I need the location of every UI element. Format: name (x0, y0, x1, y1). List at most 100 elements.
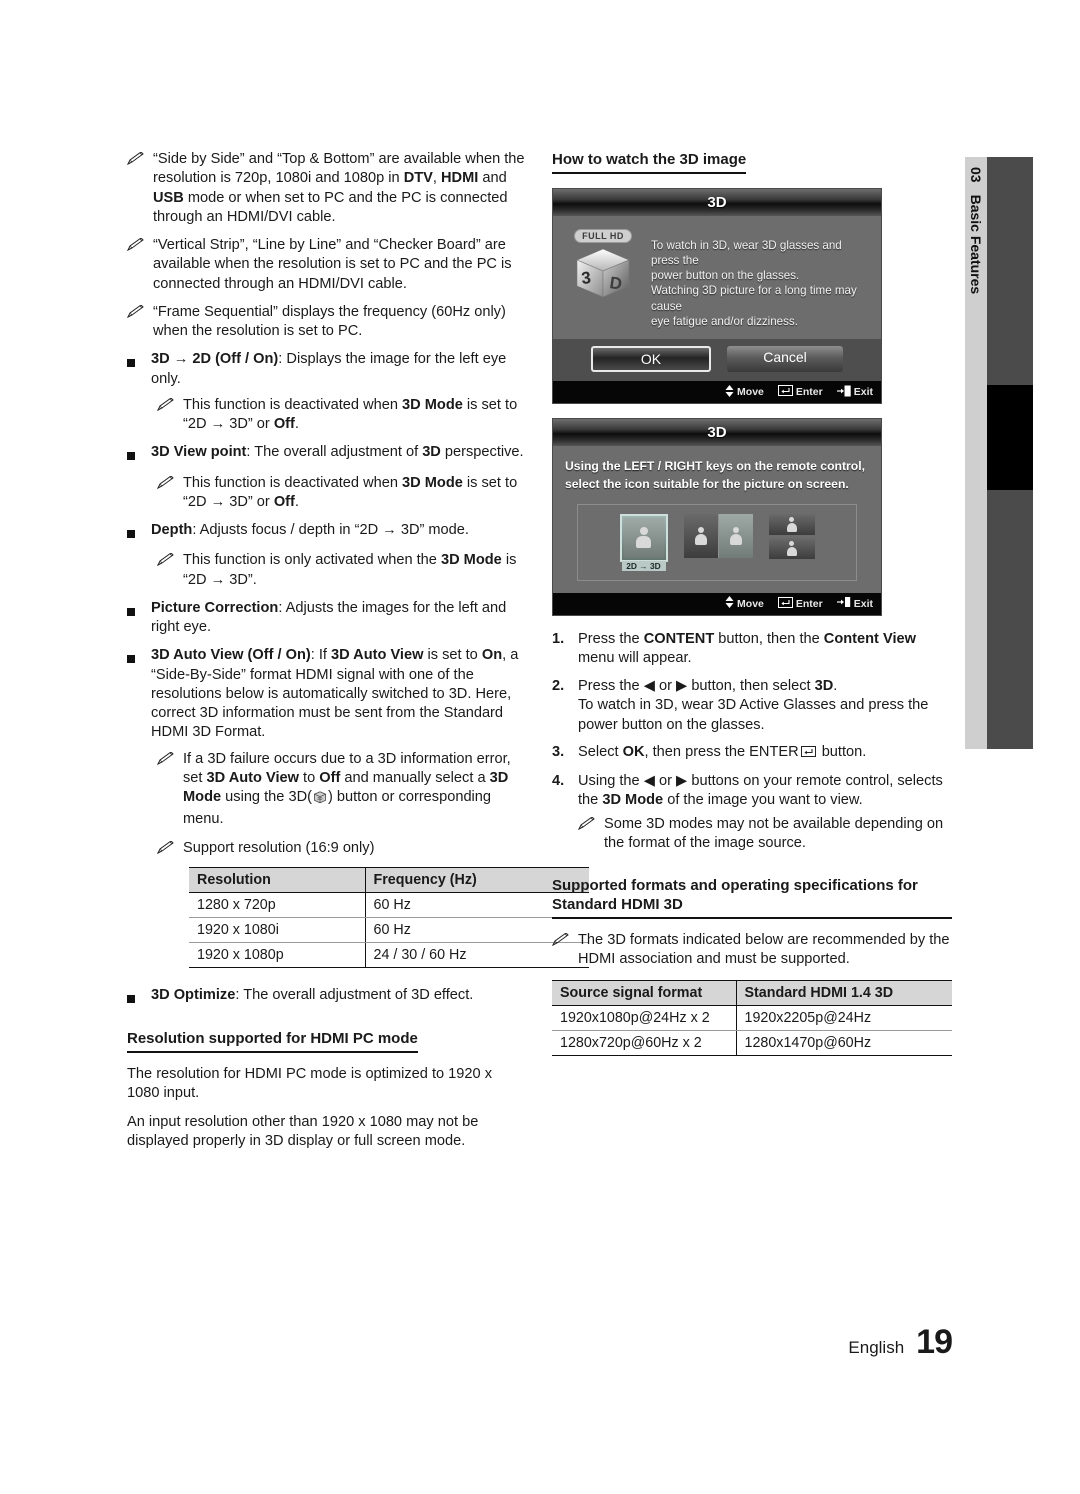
hint-move: Move (725, 384, 764, 400)
step-text: Press the ◀ or ▶ button, then select 3D.… (578, 677, 929, 733)
step-text: Select OK, then press the ENTER button. (578, 743, 952, 764)
svg-text:3D: 3D (317, 796, 322, 801)
mode-icon-label: 2D → 3D (621, 560, 666, 571)
cell-resolution: 1920 x 1080i (189, 917, 366, 943)
hint-exit-label: Exit (853, 597, 873, 610)
footer-language: English (848, 1338, 905, 1357)
note-text: Some 3D modes may not be available depen… (604, 816, 944, 852)
item-picture-correction: Picture Correction: Adjusts the images f… (127, 599, 527, 638)
person-silhouette-icon (636, 527, 652, 549)
note-text: Support resolution (16:9 only) (183, 839, 375, 856)
tv-screenshot-3d-warning: 3D FULL HD 3 D To watch in 3D, wear 3D g… (552, 187, 882, 405)
pencil-note-icon (157, 750, 183, 830)
item-3d-auto-view: 3D Auto View (Off / On): If 3D Auto View… (127, 646, 527, 742)
right-arrow-icon: ▶ (676, 772, 688, 789)
resolution-table: Resolution Frequency (Hz) 1280 x 720p 60… (189, 867, 589, 968)
left-arrow-icon: ◀ (643, 772, 655, 789)
left-column: “Side by Side” and “Top & Bottom” are av… (127, 150, 589, 1152)
mode-icon-side-by-side[interactable] (683, 513, 753, 571)
column-header-source-format: Source signal format (552, 980, 737, 1006)
mode-icon-top-bottom[interactable] (768, 513, 815, 571)
up-down-arrow-icon (725, 596, 734, 611)
manual-page: “Side by Side” and “Top & Bottom” are av… (0, 0, 1080, 1494)
hint-move: Move (725, 596, 764, 611)
chapter-title: Basic Features (968, 194, 984, 295)
svg-text:D: D (608, 273, 623, 294)
table-header-row: Resolution Frequency (Hz) (189, 867, 589, 893)
exit-door-icon (836, 596, 851, 611)
hint-exit: Exit (836, 385, 873, 400)
note-3d-auto-view: If a 3D failure occurs due to a 3D infor… (157, 750, 527, 830)
note-text: This function is deactivated when 3D Mod… (183, 396, 518, 432)
note-text: This function is deactivated when 3D Mod… (183, 474, 518, 510)
3d-button-glyph-icon: 3D (313, 791, 327, 810)
column-header-standard-hdmi: Standard HDMI 1.4 3D (736, 980, 952, 1006)
hint-move-label: Move (737, 597, 764, 610)
para-hdmi-pc-1: The resolution for HDMI PC mode is optim… (127, 1065, 493, 1102)
person-silhouette-icon (786, 540, 797, 556)
note-text: “Frame Sequential” displays the frequenc… (153, 303, 506, 339)
note-text: “Vertical Strip”, “Line by Line” and “Ch… (153, 237, 512, 292)
ok-button[interactable]: OK (591, 346, 711, 373)
item-text: Depth: Adjusts focus / depth in “2D → 3D… (151, 522, 469, 538)
table-row: 1920 x 1080i 60 Hz (189, 917, 589, 943)
right-column: How to watch the 3D image 3D FULL HD 3 D… (552, 150, 952, 1056)
note-text: “Side by Side” and “Top & Bottom” are av… (153, 151, 525, 225)
note-text: If a 3D failure occurs due to a 3D infor… (183, 750, 511, 828)
step-text: Press the CONTENT button, then the Conte… (578, 630, 916, 667)
osd-message-line-1: Using the LEFT / RIGHT keys on the remot… (565, 459, 865, 474)
osd-body: Using the LEFT / RIGHT keys on the remot… (553, 446, 881, 593)
osd-message: Using the LEFT / RIGHT keys on the remot… (565, 458, 869, 493)
note-supported-formats: The 3D formats indicated below are recom… (552, 931, 952, 970)
format-table: Source signal format Standard HDMI 1.4 3… (552, 980, 952, 1056)
cell-source-format: 1920x1080p@24Hz x 2 (552, 1005, 737, 1031)
pencil-note-icon (127, 303, 153, 342)
item-text: 3D Optimize: The overall adjustment of 3… (151, 986, 474, 1003)
enter-key-icon (777, 385, 793, 399)
item-depth: Depth: Adjusts focus / depth in “2D → 3D… (127, 521, 527, 544)
cell-standard-hdmi: 1280x1470p@60Hz (736, 1030, 952, 1056)
note-text: This function is only activated when the… (183, 552, 517, 588)
pencil-note-icon (157, 396, 183, 435)
table-row: 1280x720p@60Hz x 2 1280x1470p@60Hz (552, 1030, 952, 1056)
item-text: 3D Auto View (Off / On): If 3D Auto View… (151, 647, 519, 741)
step-number: 4. (552, 772, 565, 789)
square-bullet-icon (127, 521, 151, 544)
note-step-4: Some 3D modes may not be available depen… (578, 815, 952, 854)
chapter-tab: 03 Basic Features (965, 157, 987, 749)
square-bullet-icon (127, 646, 151, 742)
note-support-resolution: Support resolution (16:9 only) (157, 839, 527, 858)
hint-enter: Enter (777, 385, 823, 399)
square-bullet-icon (127, 599, 151, 638)
osd-footer-hints: Move Enter Exit (553, 592, 881, 615)
3d-mode-icon-panel: 2D → 3D (577, 503, 857, 581)
full-hd-3d-logo: FULL HD 3 D (565, 226, 641, 299)
heading-how-to-watch-wrap: How to watch the 3D image (552, 150, 952, 182)
person-silhouette-icon (694, 526, 707, 545)
step-number: 2. (552, 677, 565, 694)
step-2: 2. Press the ◀ or ▶ button, then select … (552, 677, 952, 736)
hint-enter-label: Enter (795, 386, 823, 399)
hint-exit-label: Exit (853, 386, 873, 399)
heading-hdmi-pc-mode: Resolution supported for HDMI PC mode (127, 1029, 418, 1053)
item-text: 3D View point: The overall adjustment of… (151, 444, 524, 461)
osd-message: To watch in 3D, wear 3D glasses and pres… (651, 226, 869, 330)
step-1: 1. Press the CONTENT button, then the Co… (552, 630, 952, 669)
cancel-button[interactable]: Cancel (727, 346, 843, 373)
step-text: Using the ◀ or ▶ buttons on your remote … (578, 772, 943, 809)
item-3d-view-point: 3D View point: The overall adjustment of… (127, 443, 527, 466)
pencil-note-icon (127, 150, 153, 227)
pencil-note-icon (157, 839, 183, 858)
osd-message-line-4: eye fatigue and/or dizziness. (651, 314, 798, 328)
note-vertical-strip: “Vertical Strip”, “Line by Line” and “Ch… (127, 236, 527, 294)
heading-supported-formats-wrap: Supported formats and operating specific… (552, 876, 952, 932)
osd-message-line-2: power button on the glasses. (651, 269, 800, 283)
note-side-by-side: “Side by Side” and “Top & Bottom” are av… (127, 150, 527, 227)
item-3d-to-2d: 3D → 2D (Off / On): Displays the image f… (127, 350, 527, 389)
mode-icon-2d-to-3d[interactable]: 2D → 3D (619, 513, 668, 571)
enter-key-icon (800, 744, 816, 764)
step-number: 1. (552, 630, 565, 647)
square-bullet-icon (127, 350, 151, 389)
osd-title: 3D (553, 188, 881, 216)
cell-resolution: 1920 x 1080p (189, 942, 366, 968)
